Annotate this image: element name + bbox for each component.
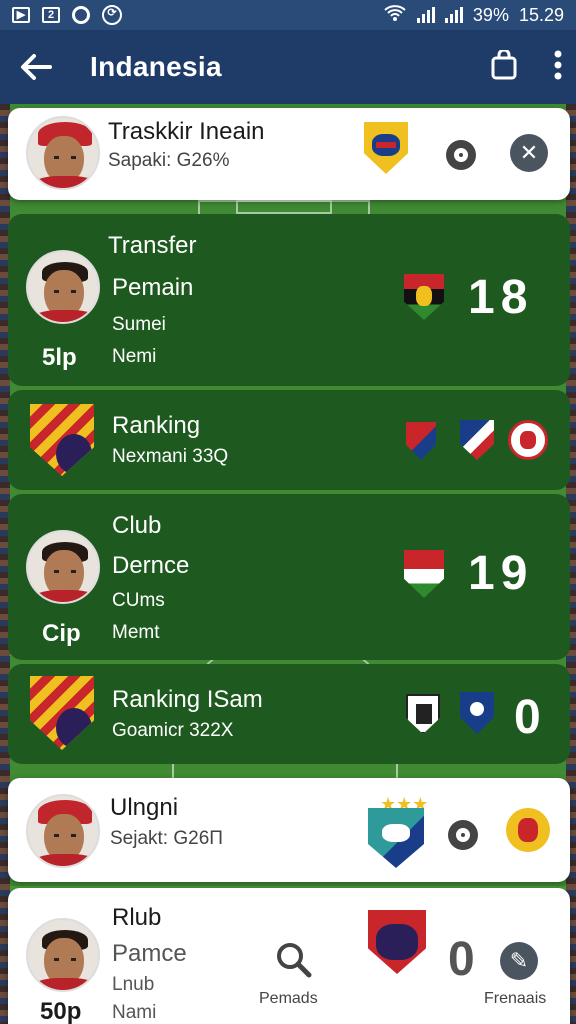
stat-number: 18 — [468, 271, 534, 324]
card-label: Transfer — [108, 232, 197, 259]
player-avatar — [26, 794, 100, 868]
team-crest — [508, 420, 548, 460]
card-sub: Goamicr 322X — [112, 720, 234, 741]
card-label: Pamce — [112, 940, 187, 967]
tools-button[interactable]: ✎ — [500, 942, 538, 980]
more-vert-icon — [554, 50, 562, 79]
ranking-card[interactable]: Ranking ISam Goamicr 322X 0 — [8, 664, 570, 764]
signal-icon — [444, 7, 463, 23]
card-sub: Sumei — [112, 314, 166, 335]
card-title: Ranking — [112, 412, 201, 439]
team-crest — [506, 808, 550, 852]
player-avatar — [26, 530, 100, 604]
clock: 15.29 — [518, 4, 564, 25]
card-title: Ranking ISam — [112, 686, 263, 713]
player-name: Ulngni — [110, 794, 179, 821]
club-crest — [30, 676, 94, 750]
team-crest — [460, 420, 494, 460]
card-sub: Memt — [112, 622, 160, 643]
app-bar: Indanesia — [0, 30, 576, 104]
notification-icon: 2 — [42, 7, 60, 23]
signal-icon — [416, 7, 435, 23]
card-label: Rlub — [112, 904, 162, 931]
settings-icon[interactable] — [448, 820, 478, 850]
club-card[interactable]: Rlub Pamce Lnub Nami 50p Pemads 0 ✎ Fren… — [8, 888, 570, 1024]
search-label: Pemads — [259, 990, 318, 1007]
search-button[interactable] — [274, 940, 314, 985]
overflow-menu-button[interactable] — [554, 50, 562, 85]
card-sub: Nexmani 33Q — [112, 446, 229, 467]
card-sub: Nemi — [112, 346, 157, 367]
bag-icon — [491, 48, 517, 79]
battery-text: 39% — [472, 4, 509, 25]
player-card[interactable]: Traskkir Ineain Sapaki: G26% ✕ — [8, 108, 570, 200]
player-avatar — [26, 918, 100, 992]
team-crest — [404, 550, 444, 598]
card-sub: Lnub — [112, 974, 155, 995]
card-label: Pemain — [112, 274, 194, 301]
arrow-left-icon — [21, 54, 52, 80]
sync-icon: ⟳ — [102, 5, 122, 25]
page-title: Indanesia — [90, 51, 222, 82]
transfer-card[interactable]: Transfer Pemain Sumei Nemi 5lp 18 — [8, 214, 570, 386]
ranking-card[interactable]: Ranking Nexmani 33Q — [8, 390, 570, 490]
card-sub: CUms — [112, 590, 165, 611]
club-card[interactable]: Club Dernce CUms Memt Cip 19 — [8, 494, 570, 660]
player-badge: 50p — [40, 998, 82, 1024]
right-label: Frenaais — [484, 990, 547, 1007]
card-sub: Nami — [112, 1002, 157, 1023]
team-crest — [460, 692, 494, 734]
player-avatar — [26, 250, 100, 324]
stat-number: 0 — [514, 691, 547, 744]
team-crest — [406, 694, 440, 734]
player-name: Traskkir Ineain — [108, 118, 265, 145]
bag-button[interactable] — [490, 48, 518, 85]
stat-number: 0 — [448, 933, 481, 986]
back-button[interactable] — [18, 49, 54, 85]
club-crest — [30, 404, 94, 476]
ring-icon — [72, 6, 90, 24]
player-card[interactable]: Ulngni Sejakt: G26Π ★★★ — [8, 778, 570, 882]
team-crest — [404, 274, 444, 320]
stat-number: 19 — [468, 547, 534, 600]
card-label: Club — [112, 512, 162, 539]
player-badge: Cip — [42, 620, 81, 647]
player-sub: Sejakt: G26Π — [110, 828, 223, 849]
team-crest — [368, 910, 426, 974]
team-crest — [364, 122, 408, 174]
settings-icon[interactable] — [446, 140, 476, 170]
player-avatar — [26, 116, 100, 190]
card-label: Dernce — [112, 552, 190, 579]
status-bar: ▶ 2 ⟳ 39% 15.29 — [0, 0, 576, 30]
player-sub: Sapaki: G26% — [108, 150, 230, 171]
team-crest — [368, 808, 424, 868]
wifi-icon — [383, 4, 407, 27]
tools-icon[interactable]: ✕ — [510, 134, 548, 172]
search-icon — [277, 943, 312, 978]
team-crest — [406, 422, 436, 460]
player-badge: 5lp — [42, 344, 77, 371]
notification-icon: ▶ — [12, 7, 30, 23]
